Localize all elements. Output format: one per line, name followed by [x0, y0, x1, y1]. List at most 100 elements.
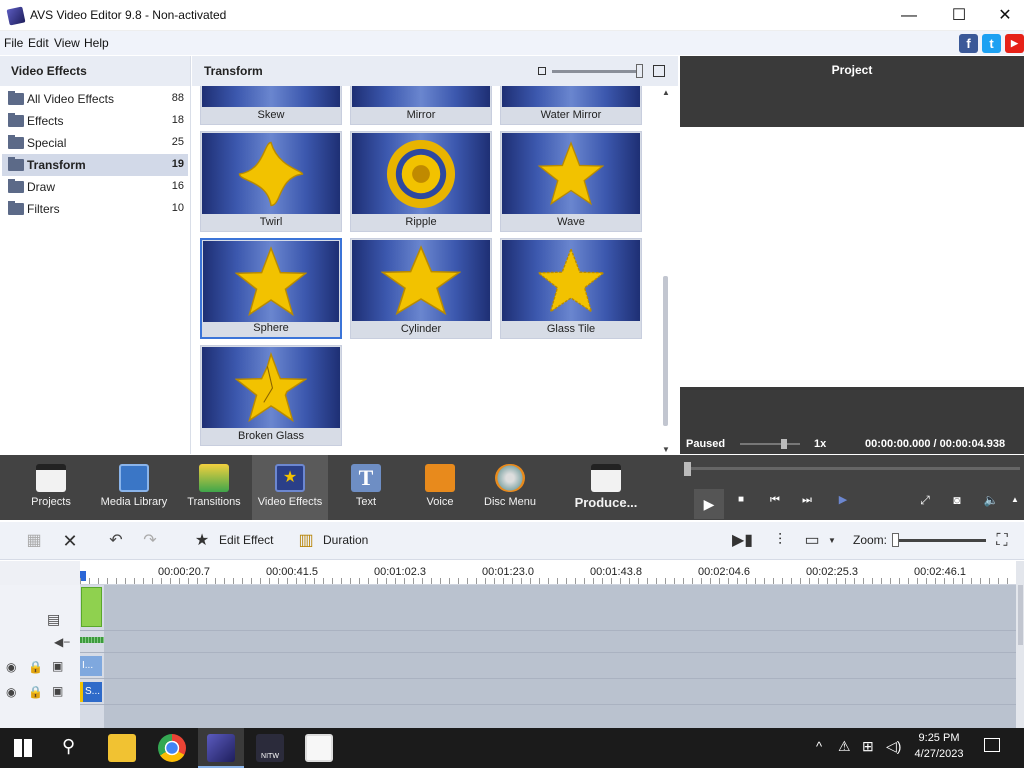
close-button[interactable]: ✕ [982, 0, 1024, 31]
video-track[interactable] [80, 585, 1016, 631]
mute-icon[interactable]: ◀− [54, 635, 70, 649]
category-all-video-effects[interactable]: All Video Effects 88 [2, 88, 188, 110]
effect-wave[interactable]: Wave [500, 131, 642, 232]
tray-time[interactable]: 9:25 PM [908, 732, 970, 744]
zoom-slider[interactable] [894, 539, 986, 542]
scrollbar-thumb[interactable] [663, 276, 668, 426]
windows-start-icon[interactable] [14, 739, 32, 757]
video-clip[interactable] [81, 587, 102, 627]
audio-waveform[interactable] [80, 637, 104, 643]
media-library-button[interactable]: Media Library [98, 455, 170, 520]
edit-effect-button[interactable]: Edit Effect [219, 533, 273, 547]
effect-track-1[interactable] [80, 653, 1016, 679]
disc-menu-button[interactable]: Disc Menu [480, 455, 540, 520]
play-selection-button[interactable]: ▶ [832, 489, 854, 511]
maximize-button[interactable]: ☐ [936, 0, 982, 31]
photos-icon[interactable] [305, 734, 333, 762]
effect-glass-tile[interactable]: Glass Tile [500, 238, 642, 339]
lock-icon[interactable]: 🔒 [28, 685, 43, 699]
projects-button[interactable]: Projects [16, 455, 86, 520]
timeline-ruler[interactable]: 00:00:20.7 00:00:41.5 00:01:02.3 00:01:2… [80, 561, 1016, 585]
stop-button[interactable]: ■ [730, 489, 752, 511]
search-icon[interactable]: ⚲ [62, 736, 75, 757]
youtube-icon[interactable]: ▶ [1005, 34, 1024, 53]
seek-bar[interactable] [686, 467, 1020, 470]
eye-icon[interactable]: ◉ [6, 685, 16, 699]
effect-sphere[interactable]: Sphere [200, 238, 342, 339]
effect-clip-2[interactable]: S... [80, 682, 102, 702]
scrollbar-thumb[interactable] [1018, 585, 1023, 645]
minimize-button[interactable]: — [886, 0, 932, 31]
eye-icon[interactable]: ◉ [6, 660, 16, 674]
transitions-button[interactable]: Transitions [183, 455, 245, 520]
scroll-down-icon[interactable]: ▼ [662, 445, 670, 454]
menu-edit[interactable]: Edit [28, 36, 49, 50]
menu-view[interactable]: View [54, 36, 80, 50]
effect-ripple[interactable]: Ripple [350, 131, 492, 232]
delete-icon[interactable]: ✕ [60, 531, 80, 551]
category-transform[interactable]: Transform 19 [2, 154, 188, 176]
aspect-ratio-icon[interactable]: ▭ [802, 531, 822, 551]
seek-handle[interactable] [684, 462, 691, 476]
play-button[interactable]: ▶ [694, 489, 724, 519]
gallery-scrollbar[interactable]: ▲ ▼ [661, 86, 670, 454]
category-effects[interactable]: Effects 18 [2, 110, 188, 132]
zoom-slider-handle[interactable] [892, 533, 899, 547]
volume-dropdown-icon[interactable]: ▲ [1004, 489, 1024, 511]
text-button[interactable]: T Text [340, 455, 392, 520]
audio-mixer-icon[interactable]: ⫶ [770, 531, 790, 551]
aspect-dropdown-icon[interactable]: ▼ [822, 531, 842, 551]
timeline-scrollbar[interactable] [1016, 561, 1024, 728]
network-icon[interactable]: ⊞ [862, 738, 874, 755]
twitter-icon[interactable]: t [982, 34, 1001, 53]
redo-icon[interactable]: ↷ [140, 531, 160, 551]
thumbnail-size-slider[interactable] [552, 70, 642, 73]
effect-water-mirror[interactable]: Water Mirror [500, 86, 642, 125]
thumbnail-size-slider-handle[interactable] [636, 64, 643, 78]
speed-slider-handle[interactable] [781, 439, 787, 449]
effect-skew[interactable]: Skew [200, 86, 342, 125]
fullscreen-icon[interactable]: ⤢ [914, 489, 936, 511]
audio-track[interactable] [80, 631, 1016, 653]
volume-icon[interactable]: 🔈 [980, 489, 1002, 511]
effect-twirl[interactable]: Twirl [200, 131, 342, 232]
effect-track-2[interactable] [80, 679, 1016, 705]
duration-button[interactable]: Duration [323, 533, 368, 547]
show-hidden-icons[interactable]: ^ [816, 739, 822, 754]
effect-clip-1[interactable]: I... [80, 656, 102, 676]
notifications-icon[interactable] [984, 738, 1000, 752]
effect-broken-glass[interactable]: Broken Glass [200, 345, 342, 446]
speed-slider[interactable] [740, 443, 800, 445]
avs-video-editor-icon[interactable] [207, 734, 235, 762]
voice-button[interactable]: Voice [414, 455, 466, 520]
edit-effect-icon[interactable]: ★ [192, 531, 212, 551]
category-draw[interactable]: Draw 16 [2, 176, 188, 198]
effect-cylinder[interactable]: Cylinder [350, 238, 492, 339]
lock-icon[interactable]: 🔒 [28, 660, 43, 674]
duration-icon[interactable]: ▥ [296, 531, 316, 551]
split-icon[interactable]: ▶▮ [732, 531, 753, 551]
track-area[interactable]: I... S... [80, 585, 1016, 728]
category-special[interactable]: Special 25 [2, 132, 188, 154]
menu-file[interactable]: File [4, 36, 23, 50]
fit-timeline-icon[interactable]: ⛶ [992, 531, 1012, 551]
small-thumbnail-icon[interactable] [538, 67, 546, 75]
security-icon[interactable]: ⚠ [838, 738, 851, 755]
previous-frame-button[interactable]: ⏮ [764, 489, 786, 511]
chrome-icon[interactable] [158, 734, 186, 762]
undo-icon[interactable]: ↶ [106, 531, 126, 551]
video-effects-button[interactable]: ★ Video Effects [252, 455, 328, 520]
produce-button[interactable]: Produce... [570, 455, 642, 520]
snapshot-icon[interactable]: ◙ [946, 489, 968, 511]
large-thumbnail-icon[interactable] [653, 65, 665, 77]
effect-mirror[interactable]: Mirror [350, 86, 492, 125]
tray-date[interactable]: 4/27/2023 [908, 748, 970, 760]
video-preview[interactable] [680, 127, 1024, 387]
menu-help[interactable]: Help [84, 36, 109, 50]
storyboard-icon[interactable]: ▦ [24, 531, 44, 551]
nitw-icon[interactable]: NITW [256, 734, 284, 762]
scroll-up-icon[interactable]: ▲ [662, 88, 670, 97]
category-filters[interactable]: Filters 10 [2, 198, 188, 220]
facebook-icon[interactable]: f [959, 34, 978, 53]
next-frame-button[interactable]: ⏭ [796, 489, 818, 511]
